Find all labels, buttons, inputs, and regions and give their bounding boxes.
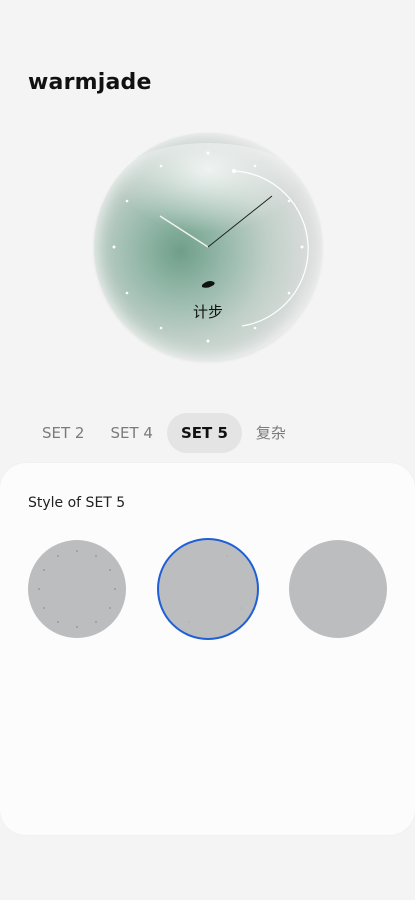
tab-set-5[interactable]: SET 5 <box>166 413 242 453</box>
tab-set-4[interactable]: SET 4 <box>98 413 164 453</box>
style-option-2-markers <box>188 555 242 623</box>
hour-hand <box>159 215 209 248</box>
footprint-icon <box>202 281 215 288</box>
minute-hand <box>207 195 273 248</box>
watch-hands-and-markers <box>112 151 309 343</box>
style-option-3[interactable] <box>289 540 387 638</box>
style-panel-title: Style of SET 5 <box>28 495 126 511</box>
steps-complication-label: 计步 <box>192 303 223 321</box>
set-tabs: SET 2 SET 4 SET 5 复杂 <box>30 413 300 453</box>
tab-set-2[interactable]: SET 2 <box>30 413 96 453</box>
style-option-1-markers <box>38 550 116 628</box>
style-panel <box>0 463 415 835</box>
style-option-1[interactable] <box>28 540 126 638</box>
app-title: warmjade <box>28 70 152 95</box>
watch-face-preview: 计步 <box>94 133 322 361</box>
style-option-2[interactable] <box>159 540 257 638</box>
tab-complex[interactable]: 复杂 <box>244 413 298 453</box>
